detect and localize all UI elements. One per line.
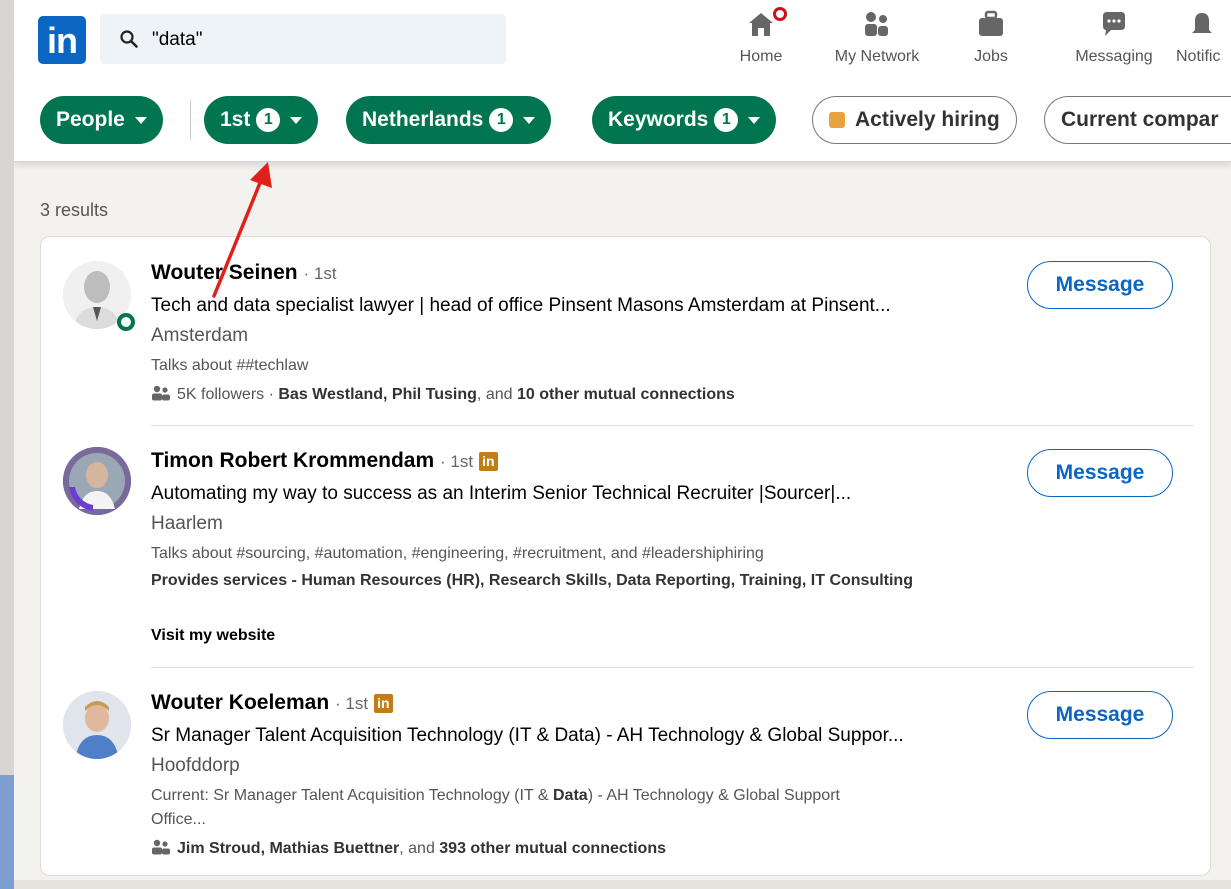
nav-messaging[interactable]: Messaging: [1066, 6, 1162, 74]
result-talks-about: Talks about #sourcing, #automation, #eng…: [151, 545, 764, 562]
result-current-position-line2: Office...: [151, 811, 206, 828]
result-name-text[interactable]: Wouter Koeleman: [151, 691, 329, 714]
mutual-and: , and: [399, 840, 440, 857]
filter-divider: [190, 100, 191, 140]
result-location: Hoofddorp: [151, 755, 240, 776]
search-input-value[interactable]: "data": [152, 29, 202, 51]
message-button[interactable]: Message: [1027, 691, 1173, 739]
result-name[interactable]: Timon Robert Krommendam · 1st in: [151, 449, 498, 473]
nav-home-label: Home: [739, 48, 783, 65]
result-name-text[interactable]: Wouter Seinen: [151, 261, 298, 284]
result-headline: Automating my way to success as an Inter…: [151, 483, 852, 504]
search-filter-bar: People 1st 1 Netherlands 1 Keywords 1 Ac…: [14, 80, 1231, 162]
message-button[interactable]: Message: [1027, 449, 1173, 497]
result-name-text[interactable]: Timon Robert Krommendam: [151, 449, 434, 472]
nav-messaging-label: Messaging: [1075, 48, 1153, 65]
message-button[interactable]: Message: [1027, 261, 1173, 309]
result-headline: Tech and data specialist lawyer | head o…: [151, 295, 891, 316]
result-services: Provides services - Human Resources (HR)…: [151, 572, 913, 589]
visit-website-link[interactable]: Visit my website: [151, 627, 275, 645]
people-icon: [152, 839, 170, 855]
filter-netherlands-label: Netherlands: [362, 108, 484, 131]
linkedin-premium-icon: in: [373, 694, 393, 713]
result-headline: Sr Manager Talent Acquisition Technology…: [151, 725, 904, 746]
chevron-down-icon: [523, 116, 536, 124]
current-bold: Data: [553, 787, 588, 804]
profile-photo-icon: [63, 447, 131, 515]
filter-keywords-count: 1: [714, 108, 739, 132]
profile-photo-icon: [63, 691, 131, 759]
filter-actively-hiring-label: Actively hiring: [855, 108, 1000, 131]
filter-keywords-label: Keywords: [608, 108, 709, 131]
followers-count: 5K followers ·: [177, 386, 279, 403]
filter-connections-1st[interactable]: 1st 1: [204, 96, 319, 144]
nav-my-network[interactable]: My Network: [824, 6, 930, 74]
filter-netherlands[interactable]: Netherlands 1: [346, 96, 552, 144]
nav-jobs[interactable]: Jobs: [956, 6, 1026, 74]
linkedin-premium-icon: in: [478, 452, 498, 471]
filter-people-label: People: [56, 108, 125, 131]
nav-notifications[interactable]: Notific: [1172, 6, 1231, 74]
filter-keywords[interactable]: Keywords 1: [592, 96, 777, 144]
connection-degree: · 1st: [335, 694, 369, 713]
result-location: Haarlem: [151, 513, 223, 534]
connection-degree: · 1st: [440, 452, 474, 471]
current-suffix: ) - AH Technology & Global Support: [587, 787, 840, 804]
background-edge-left: [0, 0, 14, 889]
result-mutual-connections[interactable]: 5K followers · Bas Westland, Phil Tusing…: [151, 385, 735, 404]
nav-home[interactable]: Home: [724, 4, 798, 74]
search-box[interactable]: "data": [100, 14, 506, 64]
results-list: Wouter Seinen · 1st Tech and data specia…: [40, 236, 1211, 876]
my-network-icon: [865, 12, 888, 36]
result-item[interactable]: Wouter Koeleman · 1st in Sr Manager Tale…: [41, 667, 1210, 875]
mutual-other: 393 other mutual connections: [439, 840, 666, 857]
people-icon: [152, 385, 170, 401]
filter-people[interactable]: People: [40, 96, 163, 144]
background-edge-blue: [0, 775, 14, 889]
chevron-down-icon: [748, 116, 761, 124]
notification-badge-icon: [770, 4, 790, 24]
hiring-icon: [829, 112, 845, 128]
result-name[interactable]: Wouter Koeleman · 1st in: [151, 691, 393, 715]
notifications-icon: [1192, 13, 1212, 33]
messaging-icon: [1103, 12, 1125, 36]
result-item[interactable]: Wouter Seinen · 1st Tech and data specia…: [41, 237, 1210, 425]
connection-degree: · 1st: [303, 264, 337, 283]
linkedin-window: in "data" Home My Network Jobs Messaging…: [14, 0, 1231, 880]
filter-current-company[interactable]: Current compar: [1044, 96, 1231, 144]
nav-my-network-label: My Network: [834, 48, 920, 65]
result-talks-about: Talks about ##techlaw: [151, 357, 309, 374]
current-prefix: Current: Sr Manager Talent Acquisition T…: [151, 787, 553, 804]
online-status-icon: [117, 313, 135, 331]
filter-actively-hiring[interactable]: Actively hiring: [812, 96, 1017, 144]
result-name[interactable]: Wouter Seinen · 1st: [151, 261, 337, 285]
top-nav: in "data" Home My Network Jobs Messaging…: [14, 0, 1231, 80]
avatar[interactable]: [63, 447, 131, 515]
chevron-down-icon: [134, 116, 147, 124]
chevron-down-icon: [290, 116, 303, 124]
mutual-other: 10 other mutual connections: [516, 386, 735, 403]
result-mutual-connections[interactable]: Jim Stroud, Mathias Buettner, and 393 ot…: [151, 839, 666, 858]
jobs-icon: [979, 10, 1003, 36]
mutual-names: Jim Stroud, Mathias Buettner: [177, 840, 400, 857]
filter-netherlands-count: 1: [489, 108, 514, 132]
filter-current-company-label: Current compar: [1061, 108, 1219, 131]
linkedin-logo[interactable]: in: [38, 16, 86, 64]
nav-jobs-label: Jobs: [974, 48, 1008, 65]
search-icon: [120, 30, 138, 48]
result-location: Amsterdam: [151, 325, 249, 346]
filter-1st-count: 1: [256, 108, 281, 132]
results-count: 3 results: [40, 200, 109, 220]
mutual-names: Bas Westland, Phil Tusing: [278, 386, 477, 403]
avatar[interactable]: [63, 691, 131, 759]
nav-notifications-label: Notific: [1176, 48, 1221, 65]
filter-1st-label: 1st: [220, 108, 251, 131]
result-current-position: Current: Sr Manager Talent Acquisition T…: [151, 787, 840, 805]
result-item[interactable]: Timon Robert Krommendam · 1st in Automat…: [41, 425, 1210, 667]
mutual-and: , and: [476, 386, 517, 403]
